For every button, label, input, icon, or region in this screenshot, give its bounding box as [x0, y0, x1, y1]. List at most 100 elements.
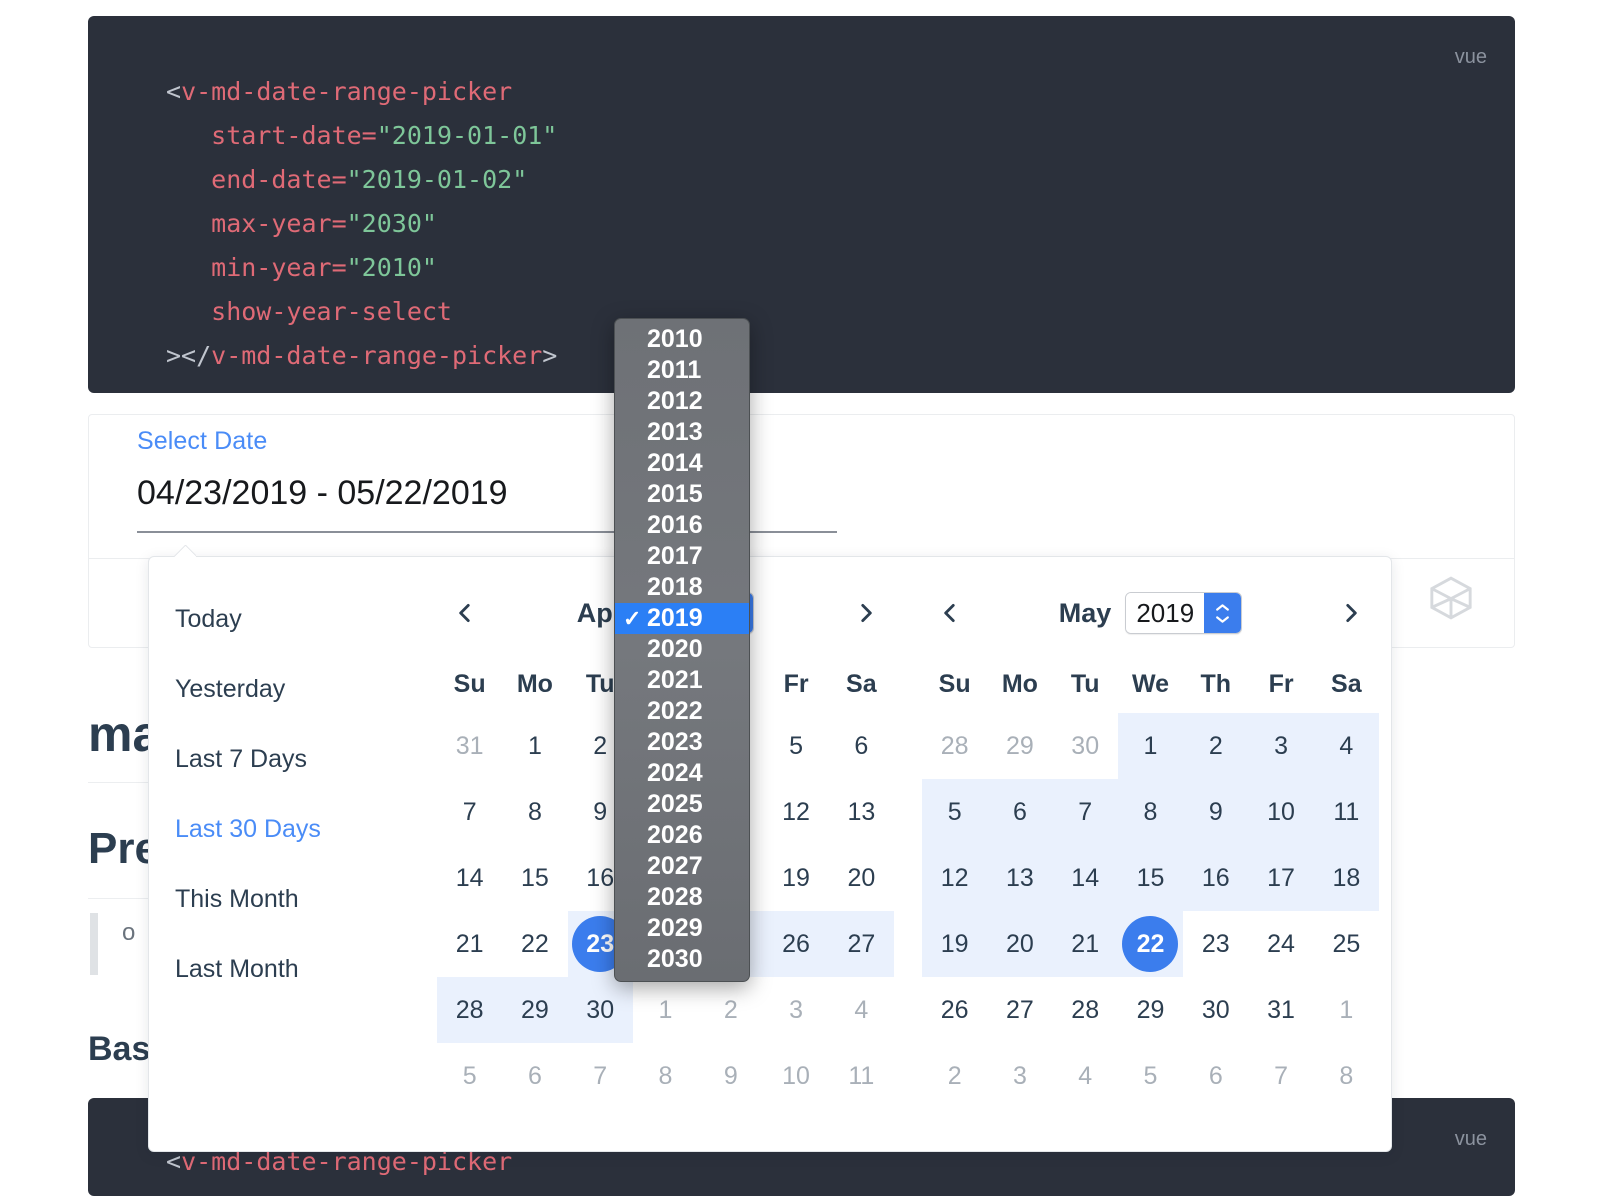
next-month-button-left[interactable] — [846, 593, 886, 633]
year-stepper-right[interactable] — [1204, 593, 1242, 633]
year-option[interactable]: 2026 — [615, 820, 749, 851]
year-option[interactable]: 2012 — [615, 386, 749, 417]
calendar-day[interactable]: 26 — [763, 911, 829, 977]
calendar-day[interactable]: 28 — [437, 977, 503, 1043]
day-number: 6 — [1208, 1061, 1223, 1090]
calendar-day[interactable]: 6 — [987, 779, 1053, 845]
calendar-day[interactable]: 26 — [922, 977, 987, 1043]
calendar-day[interactable]: 20 — [987, 911, 1053, 977]
calendar-day[interactable]: 30 — [567, 977, 633, 1043]
year-option[interactable]: 2028 — [615, 882, 749, 913]
calendar-day[interactable]: 5 — [922, 779, 988, 845]
calendar-day[interactable]: 25 — [1314, 911, 1379, 977]
calendar-day[interactable]: 13 — [829, 779, 894, 845]
year-option[interactable]: 2020 — [615, 634, 749, 665]
year-option[interactable]: 2013 — [615, 417, 749, 448]
calendar-day[interactable]: 9 — [1183, 779, 1249, 845]
calendar-day[interactable]: 8 — [1117, 779, 1184, 845]
calendar-day[interactable]: 21 — [437, 911, 502, 977]
calendar-day: 30 — [1053, 713, 1118, 779]
calendar-day[interactable]: 27 — [828, 911, 894, 977]
year-option[interactable]: 2025 — [615, 789, 749, 820]
codesandbox-icon[interactable] — [1426, 573, 1476, 623]
calendar-day[interactable]: 7 — [1052, 779, 1118, 845]
year-option[interactable]: ✓ 2019 — [615, 603, 749, 634]
calendar-day[interactable]: 3 — [1248, 713, 1314, 779]
calendar-day[interactable]: 10 — [1248, 779, 1314, 845]
calendar-day[interactable]: 22 — [1117, 911, 1184, 977]
day-number: 15 — [521, 863, 549, 892]
calendar-day[interactable]: 16 — [1183, 845, 1249, 911]
calendar-day[interactable]: 12 — [763, 779, 828, 845]
calendar-day[interactable]: 6 — [829, 713, 894, 779]
calendar-day[interactable]: 7 — [437, 779, 502, 845]
year-option-label: 2021 — [647, 666, 703, 694]
calendar-day[interactable]: 24 — [1248, 911, 1313, 977]
calendar-day[interactable]: 8 — [502, 779, 567, 845]
year-option[interactable]: 2024 — [615, 758, 749, 789]
year-option-label: 2018 — [647, 573, 703, 601]
shortcut-item[interactable]: Yesterday — [175, 661, 423, 718]
calendar-day[interactable]: 21 — [1052, 911, 1118, 977]
year-option[interactable]: 2023 — [615, 727, 749, 758]
popup-arrow — [174, 545, 196, 557]
year-option[interactable]: 2011 — [615, 355, 749, 386]
calendar-day[interactable]: 30 — [1183, 977, 1248, 1043]
day-number: 5 — [947, 797, 962, 826]
calendar-day[interactable]: 18 — [1313, 845, 1379, 911]
day-number: 21 — [1071, 929, 1100, 958]
calendar-right-title: May 2019 — [1059, 592, 1243, 634]
calendar-day[interactable]: 19 — [922, 911, 988, 977]
calendar-day[interactable]: 31 — [1248, 977, 1313, 1043]
calendar-day[interactable]: 17 — [1248, 845, 1314, 911]
calendar-day[interactable]: 1 — [502, 713, 567, 779]
year-option[interactable]: 2010 — [615, 324, 749, 355]
prev-month-button-left[interactable] — [445, 593, 485, 633]
calendar-day[interactable]: 28 — [1053, 977, 1118, 1043]
calendar-day[interactable]: 23 — [1183, 911, 1248, 977]
calendar-right-grid: Su Mo Tu We Th Fr Sa 28 29 30 1 2 3 4 5 6 7 8 9 10 11 12 13 14 1… — [908, 655, 1393, 1109]
prev-month-button-right[interactable] — [930, 593, 970, 633]
shortcut-item[interactable]: Last 30 Days — [175, 801, 423, 858]
day-of-week-header: Fr — [1268, 669, 1294, 698]
calendar-day[interactable]: 15 — [1117, 845, 1184, 911]
calendar-day[interactable]: 12 — [922, 845, 988, 911]
day-number: 3 — [1012, 1061, 1027, 1090]
calendar-day[interactable]: 2 — [1183, 713, 1249, 779]
day-number: 2 — [1208, 731, 1223, 760]
year-option[interactable]: 2029 — [615, 913, 749, 944]
calendar-day[interactable]: 19 — [763, 845, 828, 911]
calendar-day[interactable]: 15 — [502, 845, 567, 911]
calendar-day[interactable]: 22 — [502, 911, 567, 977]
calendar-day[interactable]: 1 — [1117, 713, 1184, 779]
year-option-label: 2017 — [647, 542, 703, 570]
next-month-button-right[interactable] — [1331, 593, 1371, 633]
calendar-day[interactable]: 5 — [763, 713, 828, 779]
calendar-day[interactable]: 27 — [987, 977, 1052, 1043]
shortcut-item[interactable]: Last Month — [175, 941, 423, 998]
calendar-day[interactable]: 11 — [1313, 779, 1379, 845]
year-option[interactable]: 2030 — [615, 944, 749, 975]
calendar-day[interactable]: 14 — [437, 845, 502, 911]
year-option[interactable]: 2016 — [615, 510, 749, 541]
calendar-day[interactable]: 20 — [829, 845, 894, 911]
shortcut-item[interactable]: Today — [175, 591, 423, 648]
calendar-day[interactable]: 29 — [1118, 977, 1183, 1043]
year-option[interactable]: 2021 — [615, 665, 749, 696]
year-option[interactable]: 2014 — [615, 448, 749, 479]
calendar-day[interactable]: 13 — [987, 845, 1053, 911]
year-option[interactable]: 2027 — [615, 851, 749, 882]
calendar-day[interactable]: 14 — [1052, 845, 1118, 911]
year-select-right[interactable]: 2019 — [1125, 592, 1243, 634]
shortcut-item[interactable]: This Month — [175, 871, 423, 928]
calendar-day[interactable]: 29 — [502, 977, 568, 1043]
year-option[interactable]: 2022 — [615, 696, 749, 727]
calendar-day: 31 — [437, 713, 502, 779]
year-option[interactable]: 2015 — [615, 479, 749, 510]
year-option[interactable]: 2017 — [615, 541, 749, 572]
year-option-label: 2020 — [647, 635, 703, 663]
year-dropdown-open[interactable]: 2010 2011 2012 2013 2014 2015 2016 2017 2018 ✓ 201… — [614, 318, 750, 982]
year-option[interactable]: 2018 — [615, 572, 749, 603]
shortcut-item[interactable]: Last 7 Days — [175, 731, 423, 788]
calendar-day[interactable]: 4 — [1313, 713, 1379, 779]
